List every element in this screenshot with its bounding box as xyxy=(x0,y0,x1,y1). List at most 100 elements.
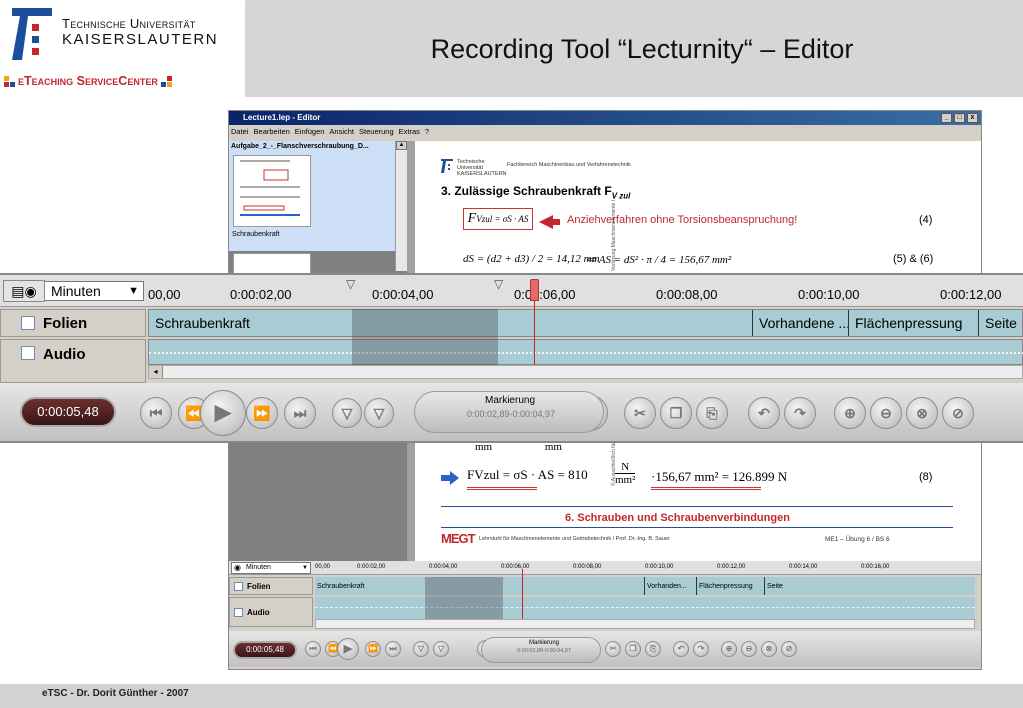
small-ruler-tick-label: 00,00 xyxy=(315,564,331,570)
small-folien-track[interactable]: Schraubenkraft Vorhanden... Flächenpress… xyxy=(315,577,975,595)
thumbnail-caption: Schraubenkraft xyxy=(232,231,280,238)
prev-marker-button[interactable]: ▽ xyxy=(332,398,362,428)
fast-forward-icon: ⏩ xyxy=(253,405,271,421)
thumbnail-scrollbar[interactable]: ▲ xyxy=(395,141,407,271)
small-skip-start-button[interactable]: ⏮ xyxy=(305,641,321,657)
mark-start-icon[interactable]: ▽ xyxy=(346,277,355,291)
audio-track[interactable] xyxy=(148,339,1023,365)
small-unit-select[interactable]: Minuten ◉ ▼ xyxy=(231,562,311,574)
small-lane-folien[interactable]: Folien xyxy=(229,577,313,595)
small-ruler-tick-label: 0:00:14,00 xyxy=(789,564,818,570)
segment-seite[interactable]: Seite xyxy=(979,310,1023,336)
playhead-line[interactable] xyxy=(534,301,535,365)
eye-icon[interactable]: ▤◉ xyxy=(3,280,45,302)
slide-heading: 3. Zulässige Schraubenkraft FV zul xyxy=(441,184,630,200)
small-play-button[interactable]: ▶ xyxy=(337,638,359,660)
folien-track[interactable]: Schraubenkraft Vorhandene ... Flächenpre… xyxy=(148,309,1023,337)
close-button[interactable]: x xyxy=(967,113,978,123)
skip-end-button[interactable]: ⏭ xyxy=(284,397,316,429)
small-folien-label: Folien xyxy=(247,581,271,591)
zoom-out-button[interactable]: ⊖ xyxy=(870,397,902,429)
control-bar: 0:00:05,48 ⏮⏪▶⏩⏭▽▽◖◗✂❐⎘↶↷⊕⊖⊗⊘ Markierung… xyxy=(0,383,1023,441)
lane-folien[interactable]: Folien xyxy=(0,309,146,337)
small-ruler-tick-label: 0:00:10,00 xyxy=(645,564,674,570)
menu-help[interactable]: ? xyxy=(425,126,429,138)
small-h-scrollbar[interactable] xyxy=(315,619,975,629)
small-eye-icon: ◉ xyxy=(234,563,241,572)
zoom-fit-button[interactable]: ⊗ xyxy=(906,397,938,429)
menu-einfuegen[interactable]: Einfügen xyxy=(295,126,325,138)
lane-audio[interactable]: Audio xyxy=(0,339,146,383)
red-arrow-tail xyxy=(552,219,560,225)
small-segment-3[interactable]: Flächenpressung xyxy=(697,577,765,595)
segment-vorhandene[interactable]: Vorhandene ... xyxy=(753,310,849,336)
ruler-tick-label: 0:00:06,00 xyxy=(514,287,576,302)
small-copy-button[interactable]: ❐ xyxy=(625,641,641,657)
folien-checkbox[interactable] xyxy=(21,316,35,330)
equation-number-4: (4) xyxy=(919,214,933,226)
skip-end-icon: ⏭ xyxy=(293,405,307,421)
small-next-marker-button[interactable]: ▽ xyxy=(433,641,449,657)
small-zoom-in-button[interactable]: ⊕ xyxy=(721,641,737,657)
thumbnail-title: Aufgabe_2_-_Flanschverschraubung_D... xyxy=(231,143,369,150)
segment-flaechenpressung[interactable]: Flächenpressung xyxy=(849,310,979,336)
play-button[interactable]: ▶ xyxy=(200,390,246,436)
small-skip-end-button[interactable]: ⏭ xyxy=(385,641,401,657)
mark-end-icon[interactable]: ▽ xyxy=(494,277,503,291)
formula-8-left: FVzul = σS · AS = 810 xyxy=(467,467,588,482)
menu-extras[interactable]: Extras xyxy=(399,126,420,138)
fast-forward-button[interactable]: ⏩ xyxy=(246,397,278,429)
zoom-in-button[interactable]: ⊕ xyxy=(834,397,866,429)
menu-bearbeiten[interactable]: Bearbeiten xyxy=(254,126,290,138)
redo-button[interactable]: ↷ xyxy=(784,397,816,429)
small-ruler-tick-label: 0:00:08,00 xyxy=(573,564,602,570)
small-undo-button[interactable]: ↶ xyxy=(673,641,689,657)
slide-logo-icon xyxy=(441,159,453,173)
small-prev-marker-button[interactable]: ▽ xyxy=(413,641,429,657)
small-cut-button[interactable]: ✂ xyxy=(605,641,621,657)
small-audio-checkbox[interactable] xyxy=(234,607,243,617)
small-segment-4[interactable]: Seite xyxy=(765,577,975,595)
next-marker-button[interactable]: ▽ xyxy=(364,398,394,428)
h-scrollbar[interactable]: ◂ xyxy=(148,365,1023,379)
scroll-left-icon[interactable]: ◂ xyxy=(149,366,163,378)
scroll-up-icon[interactable]: ▲ xyxy=(396,141,407,150)
audio-checkbox[interactable] xyxy=(21,346,35,360)
menu-ansicht[interactable]: Ansicht xyxy=(329,126,354,138)
small-playhead[interactable] xyxy=(522,569,523,619)
small-lane-audio[interactable]: Audio xyxy=(229,597,313,627)
small-audio-track[interactable] xyxy=(315,597,975,619)
small-fast-forward-button[interactable]: ⏩ xyxy=(365,641,381,657)
playhead-handle[interactable] xyxy=(530,279,539,301)
cut-button[interactable]: ✂ xyxy=(624,397,656,429)
small-segment-2[interactable]: Vorhanden... xyxy=(645,577,697,595)
small-audio-label: Audio xyxy=(247,607,270,617)
small-ruler-tick-label: 0:00:16,00 xyxy=(861,564,890,570)
selection-range[interactable] xyxy=(352,309,498,365)
small-redo-button[interactable]: ↷ xyxy=(693,641,709,657)
menu-steuerung[interactable]: Steuerung xyxy=(359,126,394,138)
zoom-all-button[interactable]: ⊘ xyxy=(942,397,974,429)
small-selection[interactable] xyxy=(425,577,503,619)
etsc-left-icon xyxy=(4,75,15,87)
small-zoom-all-button[interactable]: ⊘ xyxy=(781,641,797,657)
small-folien-checkbox[interactable] xyxy=(234,581,243,591)
slide-thumbnail-1[interactable] xyxy=(233,155,311,227)
fraction-denominator: mm² xyxy=(615,473,636,486)
minimize-button[interactable]: _ xyxy=(941,113,952,123)
paste-button[interactable]: ⎘ xyxy=(696,397,728,429)
etsc-right-icon xyxy=(160,75,172,87)
small-play-icon: ▶ xyxy=(343,643,353,655)
menu-datei[interactable]: Datei xyxy=(231,126,249,138)
timeline-zoom: Minuten ▤◉ ▼ 00,00 0:00:02,00 0:00:04,00 0:… xyxy=(0,273,1023,443)
small-paste-button[interactable]: ⎘ xyxy=(645,641,661,657)
small-zoom-out-button[interactable]: ⊖ xyxy=(741,641,757,657)
copy-button[interactable]: ❐ xyxy=(660,397,692,429)
maximize-button[interactable]: □ xyxy=(954,113,965,123)
undo-button[interactable]: ↶ xyxy=(748,397,780,429)
paste-icon: ⎘ xyxy=(706,405,718,421)
small-zoom-fit-button[interactable]: ⊗ xyxy=(761,641,777,657)
unit-select[interactable]: Minuten ▤◉ ▼ xyxy=(3,280,144,302)
skip-start-button[interactable]: ⏮ xyxy=(140,397,172,429)
thumbnail-preview-icon xyxy=(240,160,300,216)
